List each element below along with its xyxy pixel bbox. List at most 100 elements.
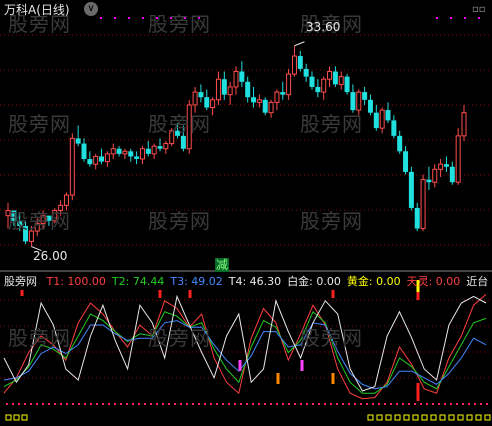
marker-dot bbox=[450, 17, 452, 19]
chart-title: 万科A(日线) bbox=[4, 3, 70, 17]
baseline-dot bbox=[378, 403, 380, 405]
candle-body bbox=[403, 151, 409, 172]
candle-body bbox=[204, 97, 210, 108]
candlestick-series bbox=[5, 41, 467, 252]
low-price-label: 26.00 bbox=[33, 249, 68, 263]
baseline-dot bbox=[180, 403, 182, 405]
candle-body bbox=[280, 92, 286, 95]
bottom-square-marker bbox=[412, 414, 419, 421]
baseline-dot bbox=[18, 403, 20, 405]
indicator-value-3: T4: 46.30 bbox=[228, 275, 282, 288]
baseline-dot bbox=[414, 403, 416, 405]
baseline-dot bbox=[138, 403, 140, 405]
candle-body bbox=[414, 207, 420, 229]
baseline-dot bbox=[192, 403, 194, 405]
indicator-panel bbox=[3, 293, 487, 400]
candle-body bbox=[75, 138, 81, 144]
watermark-text: 股旁网 bbox=[300, 112, 363, 136]
kline-chart-window[interactable] bbox=[0, 0, 492, 426]
candle-body bbox=[338, 76, 344, 85]
baseline-dot bbox=[420, 403, 422, 405]
baseline-dot bbox=[324, 403, 326, 405]
baseline-dot bbox=[462, 403, 464, 405]
candle-body bbox=[128, 151, 134, 157]
watermark-text: 股旁网 bbox=[148, 326, 211, 350]
bottom-square-marker bbox=[367, 414, 374, 421]
chevron-down-icon[interactable]: ∨ bbox=[84, 2, 98, 16]
baseline-dot bbox=[342, 403, 344, 405]
candle-body bbox=[309, 76, 315, 87]
baseline-dot bbox=[306, 403, 308, 405]
candle-body bbox=[327, 70, 333, 80]
marker-dot bbox=[100, 17, 102, 19]
baseline-dot bbox=[210, 403, 212, 405]
baseline-dot bbox=[276, 403, 278, 405]
baseline-dot bbox=[144, 403, 146, 405]
candle-body bbox=[116, 148, 122, 154]
indicator-value-5: 黄金: 0.00 bbox=[346, 275, 401, 288]
candle-body bbox=[99, 156, 105, 162]
baseline-dot bbox=[288, 403, 290, 405]
candle-body bbox=[145, 148, 151, 154]
candle-body bbox=[256, 99, 262, 103]
candle-body bbox=[69, 137, 75, 196]
baseline-dot bbox=[126, 403, 128, 405]
baseline-dot bbox=[96, 403, 98, 405]
baseline-dot bbox=[264, 403, 266, 405]
candle-body bbox=[391, 120, 397, 136]
candle-body bbox=[210, 99, 216, 109]
candle-body bbox=[192, 91, 198, 106]
baseline-dot bbox=[444, 403, 446, 405]
baseline-dot bbox=[360, 403, 362, 405]
window-control-icon[interactable]: ▫▫ bbox=[472, 3, 486, 17]
candle-body bbox=[385, 110, 391, 121]
baseline-dot bbox=[174, 403, 176, 405]
candle-body bbox=[221, 79, 227, 95]
marker-dot bbox=[436, 17, 438, 19]
candle-body bbox=[157, 146, 163, 149]
candle-body bbox=[81, 143, 87, 160]
bottom-square-marker bbox=[376, 414, 383, 421]
candle-body bbox=[227, 86, 233, 96]
baseline-dot bbox=[240, 403, 242, 405]
watermark-text: 股旁网 bbox=[8, 112, 71, 136]
high-pointer bbox=[294, 41, 305, 47]
candle-body bbox=[233, 70, 239, 88]
candle-body bbox=[262, 99, 268, 113]
baseline-dot bbox=[396, 403, 398, 405]
marker-dot bbox=[464, 17, 466, 19]
baseline-dot bbox=[348, 403, 350, 405]
candle-body bbox=[449, 166, 455, 183]
candle-body bbox=[426, 179, 432, 183]
candle-body bbox=[461, 112, 467, 137]
baseline-dot bbox=[48, 403, 50, 405]
candle-body bbox=[286, 73, 292, 96]
signal-reduce-badge: 减 bbox=[215, 258, 230, 272]
baseline-dot bbox=[102, 403, 104, 405]
baseline-dot bbox=[186, 403, 188, 405]
indicator-value-7: 近台 bbox=[466, 275, 489, 288]
candle-body bbox=[397, 135, 403, 152]
baseline-dot bbox=[384, 403, 386, 405]
baseline-dot bbox=[162, 403, 164, 405]
baseline-dot bbox=[450, 403, 452, 405]
candle-body bbox=[239, 71, 245, 82]
baseline-dot bbox=[132, 403, 134, 405]
baseline-dot bbox=[258, 403, 260, 405]
baseline-dot bbox=[12, 403, 14, 405]
indicator-value-4: 白金: 0.00 bbox=[287, 275, 341, 288]
candle-body bbox=[63, 194, 69, 206]
candle-body bbox=[251, 97, 257, 103]
baseline-dot bbox=[78, 403, 80, 405]
candle-body bbox=[274, 91, 280, 103]
candle-body bbox=[367, 99, 373, 113]
baseline-dot bbox=[6, 403, 8, 405]
baseline-dot bbox=[432, 403, 434, 405]
baseline-dot bbox=[60, 403, 62, 405]
candle-body bbox=[432, 168, 438, 183]
candle-body bbox=[303, 68, 309, 77]
baseline-dot bbox=[354, 403, 356, 405]
baseline-dot bbox=[456, 403, 458, 405]
baseline-dot bbox=[204, 403, 206, 405]
watermark-text: 股旁网 bbox=[148, 112, 211, 136]
